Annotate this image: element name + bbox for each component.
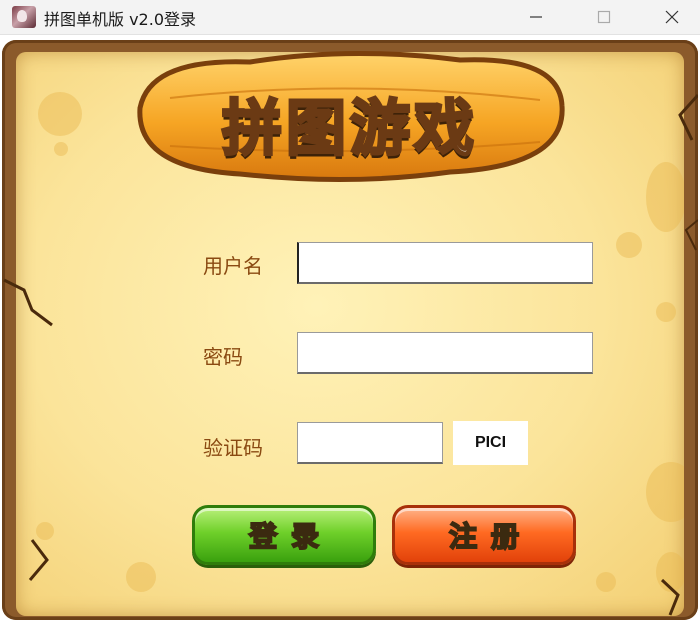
close-button[interactable] xyxy=(644,0,700,34)
title-banner: 拼图游戏 xyxy=(130,38,570,188)
login-button-label: 登录 xyxy=(248,519,333,554)
maximize-icon xyxy=(597,10,611,24)
minimize-icon xyxy=(530,16,542,18)
close-icon xyxy=(665,10,679,24)
register-button-label: 注册 xyxy=(448,519,533,554)
window-titlebar: 拼图单机版 v2.0登录 xyxy=(0,0,700,35)
game-title: 拼图游戏 xyxy=(221,93,478,166)
window-title: 拼图单机版 v2.0登录 xyxy=(44,10,197,29)
maximize-button[interactable] xyxy=(576,0,632,34)
captcha-code[interactable]: PICI xyxy=(453,421,528,465)
register-button[interactable]: 注册 xyxy=(392,505,576,565)
login-button[interactable]: 登录 xyxy=(192,505,376,565)
avatar-icon xyxy=(12,6,36,28)
password-label: 密码 xyxy=(203,345,243,369)
username-input[interactable] xyxy=(297,242,593,284)
minimize-button[interactable] xyxy=(508,0,564,34)
username-label: 用户名 xyxy=(203,254,263,278)
captcha-input[interactable] xyxy=(297,422,443,464)
password-input[interactable] xyxy=(297,332,593,374)
captcha-label: 验证码 xyxy=(203,436,263,460)
